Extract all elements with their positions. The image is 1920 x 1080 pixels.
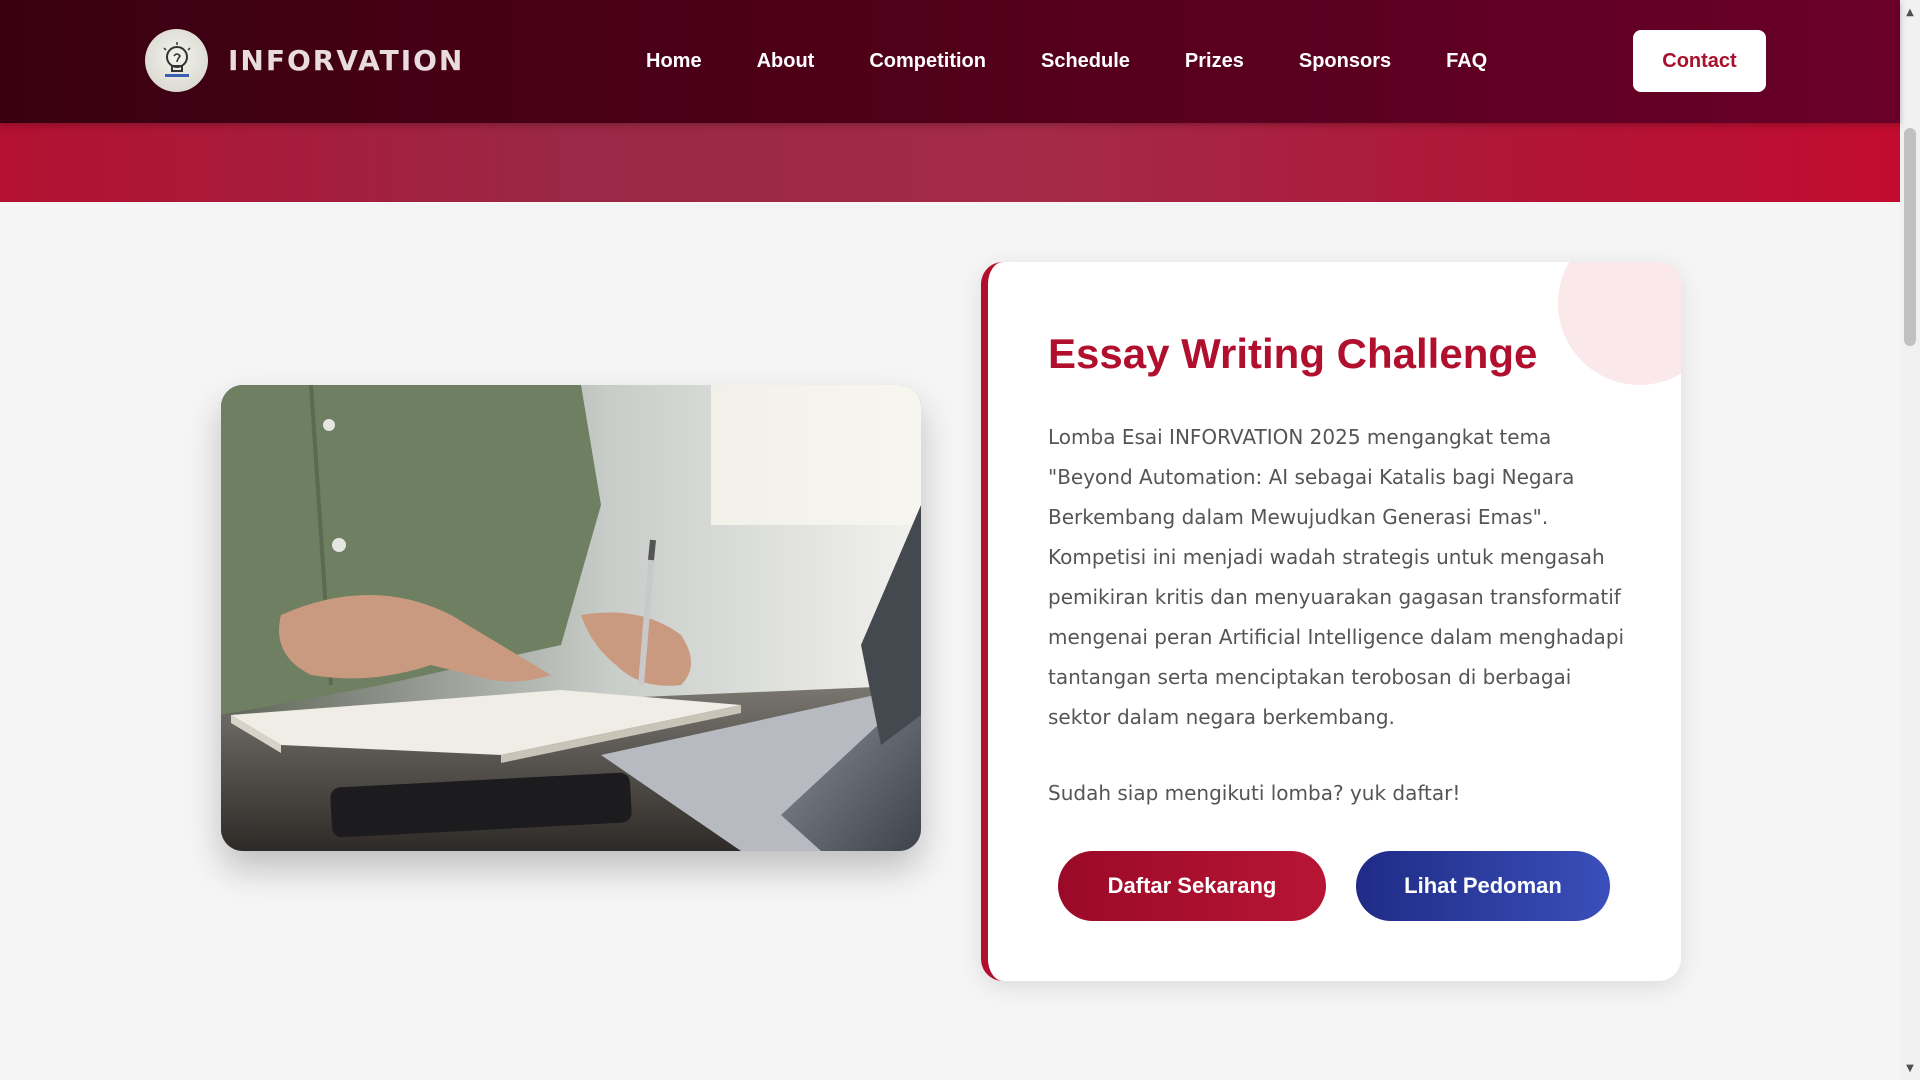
- nav-link-schedule[interactable]: Schedule: [1041, 50, 1130, 72]
- page-scrollbar[interactable]: ▲ ▼: [1900, 0, 1920, 1080]
- nav-item-sponsors: Sponsors: [1299, 50, 1391, 73]
- view-guidelines-button[interactable]: Lihat Pedoman: [1356, 851, 1610, 921]
- contact-button[interactable]: Contact: [1633, 30, 1766, 92]
- card-title: Essay Writing Challenge: [1048, 330, 1538, 377]
- brand-name: INFORVATION: [228, 44, 465, 77]
- register-now-button[interactable]: Daftar Sekarang: [1058, 851, 1326, 921]
- nav-item-schedule: Schedule: [1041, 50, 1130, 73]
- nav-item-prizes: Prizes: [1185, 50, 1244, 73]
- decorative-circle: [1558, 262, 1681, 385]
- nav-links: Home About Competition Schedule Prizes S…: [646, 0, 1542, 123]
- top-navbar: INFORVATION Home About Competition Sched…: [0, 0, 1900, 123]
- nav-item-home: Home: [646, 50, 702, 73]
- nav-item-competition: Competition: [869, 50, 986, 73]
- scroll-up-arrow-icon[interactable]: ▲: [1900, 2, 1920, 22]
- nav-link-about[interactable]: About: [757, 50, 815, 72]
- essay-writing-photo: [221, 385, 921, 851]
- lightbulb-logo-icon: [145, 29, 208, 92]
- nav-link-faq[interactable]: FAQ: [1446, 50, 1487, 72]
- hero-banner: [0, 123, 1900, 202]
- competition-card: Essay Writing Challenge Lomba Esai INFOR…: [981, 262, 1681, 981]
- nav-link-home[interactable]: Home: [646, 50, 702, 72]
- nav-link-prizes[interactable]: Prizes: [1185, 50, 1244, 72]
- scrollbar-thumb[interactable]: [1904, 128, 1916, 346]
- scroll-down-arrow-icon[interactable]: ▼: [1900, 1058, 1920, 1078]
- nav-link-competition[interactable]: Competition: [869, 50, 986, 72]
- nav-item-faq: FAQ: [1446, 50, 1487, 73]
- brand[interactable]: INFORVATION: [145, 29, 464, 92]
- card-cta-text: Sudah siap mengikuti lomba? yuk daftar!: [1048, 781, 1461, 805]
- nav-link-sponsors[interactable]: Sponsors: [1299, 50, 1391, 72]
- card-description: Lomba Esai INFORVATION 2025 mengangkat t…: [1048, 425, 1625, 729]
- nav-item-about: About: [757, 50, 815, 73]
